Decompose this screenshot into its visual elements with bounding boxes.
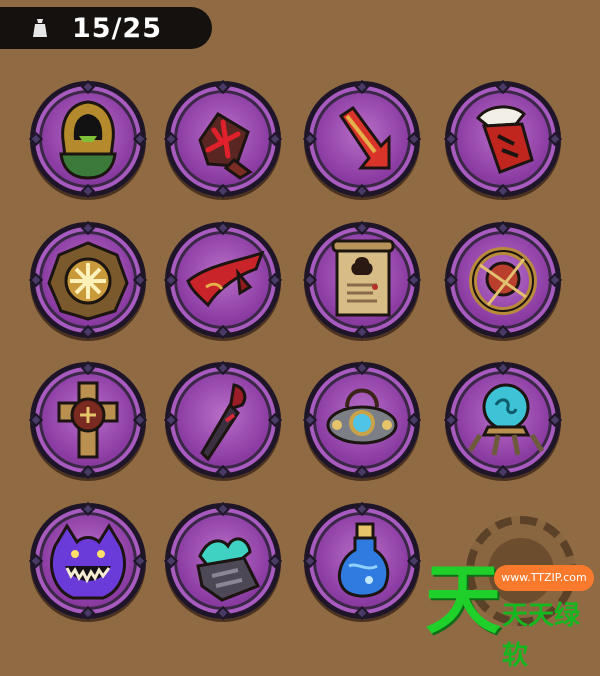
blue-potion-bottle-icon: [338, 522, 390, 598]
slot-rivet: [406, 553, 422, 569]
slot-rivet: [443, 131, 459, 147]
slot-rivet: [495, 464, 511, 480]
slot-rivet: [354, 605, 370, 621]
slot-rivet: [354, 464, 370, 480]
inventory-slot[interactable]: [28, 79, 148, 199]
red-arrow-relic-icon: [338, 105, 391, 170]
ancient-scroll-map-icon: [331, 239, 395, 317]
inventory-slot[interactable]: [443, 220, 563, 340]
slot-rivet: [354, 183, 370, 199]
inventory-slot[interactable]: [28, 360, 148, 480]
slot-rivet: [267, 553, 283, 569]
inventory-slot[interactable]: [163, 79, 283, 199]
spirit-orb-lantern-icon: [467, 383, 545, 456]
slot-rivet: [132, 131, 148, 147]
slot-rivet: [354, 360, 370, 376]
inventory-slot[interactable]: [163, 360, 283, 480]
slot-rivet: [354, 324, 370, 340]
slot-rivet: [267, 272, 283, 288]
slot-rivet: [215, 464, 231, 480]
watermark-logo-glyph: 天: [425, 555, 501, 644]
inventory-slot[interactable]: [443, 360, 563, 480]
bronze-cross-sigil-icon: [57, 381, 119, 459]
slot-rivet: [267, 131, 283, 147]
inventory-slot[interactable]: [163, 220, 283, 340]
slot-rivet: [80, 220, 96, 236]
slot-rivet: [406, 272, 422, 288]
red-scarf-relic-icon: [186, 250, 265, 308]
slot-rivet: [215, 360, 231, 376]
inventory-slot[interactable]: [302, 220, 422, 340]
inventory-slot[interactable]: [28, 220, 148, 340]
slot-rivet: [354, 79, 370, 95]
red-trident-glove-icon: [198, 111, 253, 180]
slot-rivet: [302, 553, 318, 569]
slot-rivet: [28, 553, 44, 569]
inventory-slot[interactable]: [302, 360, 422, 480]
red-orb-ring-icon: [469, 247, 537, 315]
slot-rivet: [132, 553, 148, 569]
slot-rivet: [80, 183, 96, 199]
inventory-grid: [0, 0, 600, 640]
slot-rivet: [302, 272, 318, 288]
slot-rivet: [443, 272, 459, 288]
teal-flame-gauntlet-icon: [196, 537, 261, 602]
slot-rivet: [80, 79, 96, 95]
slot-rivet: [547, 412, 563, 428]
slot-rivet: [80, 464, 96, 480]
slot-rivet: [28, 131, 44, 147]
slot-rivet: [215, 605, 231, 621]
slot-rivet: [495, 220, 511, 236]
slot-rivet: [406, 412, 422, 428]
inventory-slot[interactable]: [163, 501, 283, 621]
slot-rivet: [354, 220, 370, 236]
inventory-slot[interactable]: [302, 501, 422, 621]
slot-rivet: [406, 131, 422, 147]
slot-rivet: [495, 183, 511, 199]
grinning-purple-ghost-icon: [50, 523, 126, 600]
slot-rivet: [28, 412, 44, 428]
slot-rivet: [163, 131, 179, 147]
jeweled-amulet-icon: [326, 388, 398, 445]
slot-rivet: [28, 272, 44, 288]
slot-rivet: [215, 220, 231, 236]
slot-rivet: [267, 412, 283, 428]
slot-rivet: [215, 79, 231, 95]
slot-rivet: [80, 360, 96, 376]
slot-rivet: [132, 272, 148, 288]
slot-rivet: [80, 324, 96, 340]
inventory-slot[interactable]: [302, 79, 422, 199]
watermark-label: 天天绿软: [502, 601, 581, 671]
slot-rivet: [163, 553, 179, 569]
slot-rivet: [302, 131, 318, 147]
slot-rivet: [80, 605, 96, 621]
inventory-slot[interactable]: [28, 501, 148, 621]
slot-rivet: [495, 324, 511, 340]
slot-rivet: [80, 501, 96, 517]
slot-rivet: [443, 412, 459, 428]
slot-rivet: [495, 79, 511, 95]
slot-rivet: [547, 131, 563, 147]
slot-rivet: [354, 501, 370, 517]
inventory-slot[interactable]: [443, 79, 563, 199]
feathered-fist-relic-icon: [475, 105, 534, 174]
golden-star-shield-icon: [47, 241, 129, 321]
slot-rivet: [547, 272, 563, 288]
slot-rivet: [163, 272, 179, 288]
hooded-figure-relic-icon: [59, 100, 117, 180]
slot-rivet: [163, 412, 179, 428]
slot-rivet: [495, 360, 511, 376]
dark-crimson-dagger-icon: [200, 383, 247, 462]
slot-rivet: [215, 183, 231, 199]
slot-rivet: [302, 412, 318, 428]
slot-rivet: [132, 412, 148, 428]
slot-rivet: [215, 501, 231, 517]
slot-rivet: [215, 324, 231, 340]
watermark-url: www.TTZIP.com: [494, 565, 594, 591]
